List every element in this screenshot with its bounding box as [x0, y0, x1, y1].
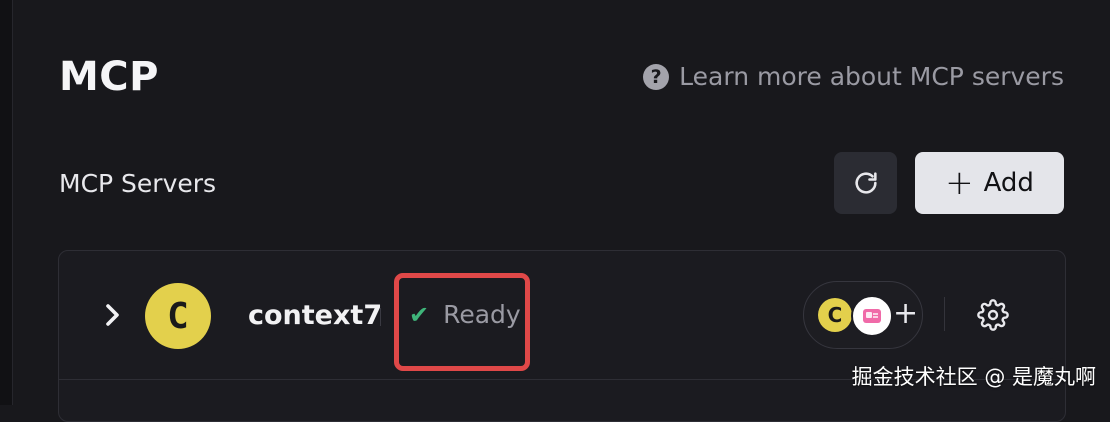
- watermark: 掘金技术社区 @ 是魔丸啊: [851, 365, 1096, 389]
- help-circle-icon: ?: [643, 64, 670, 90]
- sidebar-edge: [0, 0, 13, 405]
- learn-more-link[interactable]: ? Learn more about MCP servers: [643, 60, 1064, 94]
- status-highlight-box: ✔ Ready: [394, 273, 530, 371]
- status-label: Ready: [443, 300, 521, 329]
- server-card: C context7 ✔ Ready C +: [58, 250, 1066, 422]
- page-title: MCP: [59, 54, 159, 100]
- action-divider: [944, 297, 945, 331]
- name-divider: [380, 308, 381, 326]
- plus-icon: +: [945, 163, 974, 203]
- server-avatar: C: [145, 283, 211, 349]
- refresh-icon: [854, 172, 877, 194]
- add-client-icon: +: [893, 296, 919, 331]
- learn-more-label: Learn more about MCP servers: [679, 62, 1064, 91]
- check-icon: ✔: [409, 301, 430, 329]
- settings-button[interactable]: [975, 297, 1011, 333]
- section-title: MCP Servers: [59, 169, 217, 198]
- gear-icon: [977, 299, 1009, 331]
- refresh-button[interactable]: [834, 152, 897, 214]
- client-avatar: C: [818, 298, 852, 332]
- add-button-label: Add: [983, 168, 1034, 198]
- client-app-icon: [851, 295, 893, 337]
- add-server-button[interactable]: + Add: [915, 152, 1064, 214]
- chevron-right-icon[interactable]: [103, 301, 123, 329]
- connected-clients[interactable]: C +: [803, 281, 923, 349]
- server-name: context7: [248, 300, 383, 331]
- server-status: ✔ Ready: [409, 300, 521, 330]
